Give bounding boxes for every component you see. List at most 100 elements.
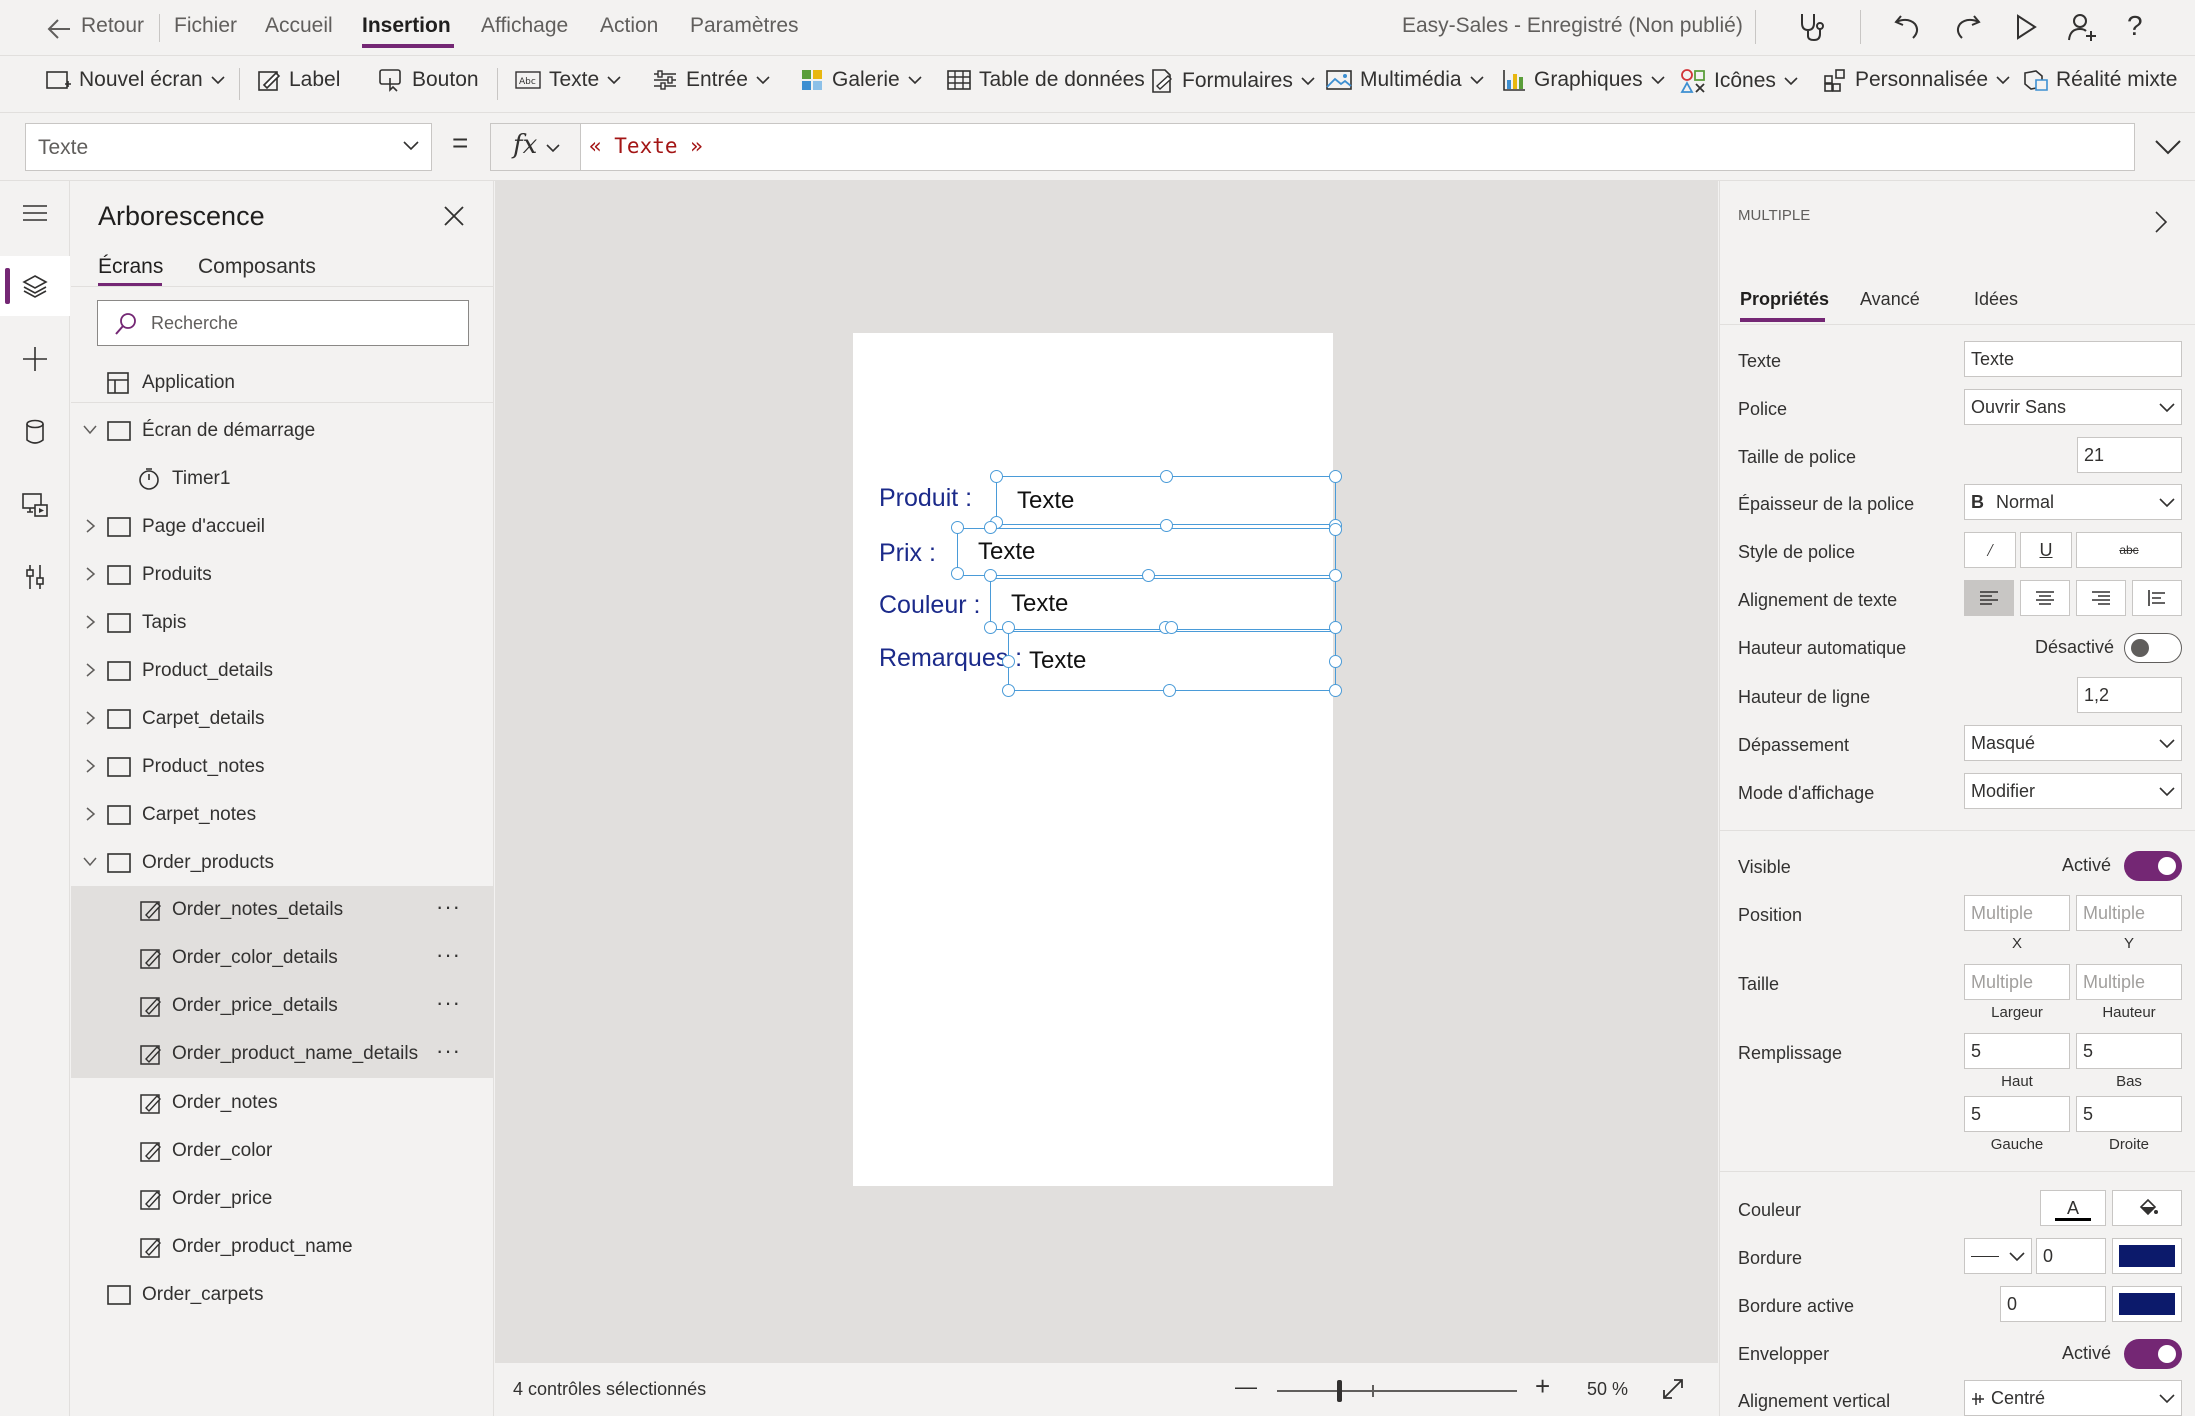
button-button[interactable]: Bouton bbox=[378, 68, 479, 92]
text-prop-input[interactable]: Texte bbox=[1964, 341, 2182, 377]
label-button[interactable]: Label bbox=[257, 68, 340, 92]
data-cylinder-icon[interactable] bbox=[0, 402, 70, 462]
tree-item-order-notes[interactable]: Order_notes bbox=[71, 1079, 494, 1127]
chevron-down-icon[interactable] bbox=[83, 857, 97, 867]
insert-plus-icon[interactable] bbox=[0, 329, 70, 389]
expand-formula-chevron-icon[interactable] bbox=[2155, 139, 2181, 155]
resize-handle[interactable] bbox=[1002, 655, 1015, 668]
label-produit[interactable]: Produit : bbox=[879, 484, 972, 513]
display-mode-dropdown[interactable]: Modifier bbox=[1964, 773, 2182, 809]
fx-button[interactable]: fx bbox=[490, 123, 580, 171]
add-user-icon[interactable] bbox=[2067, 12, 2099, 47]
resize-handle[interactable] bbox=[951, 567, 964, 580]
search-input[interactable]: Recherche bbox=[97, 300, 469, 346]
icons-button[interactable]: Icônes bbox=[1680, 68, 1798, 94]
tree-item-timer[interactable]: Timer1 bbox=[71, 455, 494, 503]
gallery-button[interactable]: Galerie bbox=[800, 68, 922, 92]
vertical-align-dropdown[interactable]: Centré bbox=[1964, 1380, 2182, 1416]
width-input[interactable]: Multiple bbox=[1964, 964, 2070, 1000]
tree-item-order-price-details[interactable]: Order_price_details ··· bbox=[71, 982, 494, 1030]
align-left-button[interactable] bbox=[1964, 580, 2014, 616]
text-button[interactable]: Abc Texte bbox=[515, 68, 621, 92]
resize-handle[interactable] bbox=[984, 569, 997, 582]
forms-button[interactable]: Formulaires bbox=[1150, 68, 1315, 94]
input-notes[interactable]: Texte bbox=[1008, 631, 1336, 691]
formula-input[interactable]: « Texte » bbox=[580, 123, 2135, 171]
padding-right-input[interactable]: 5 bbox=[2076, 1096, 2182, 1132]
resize-handle[interactable] bbox=[1329, 655, 1342, 668]
text-color-button[interactable]: A bbox=[2040, 1190, 2106, 1226]
close-icon[interactable] bbox=[444, 206, 464, 226]
padding-left-input[interactable]: 5 bbox=[1964, 1096, 2070, 1132]
tree-item-order-color-details[interactable]: Order_color_details ··· bbox=[71, 934, 494, 982]
resize-handle[interactable] bbox=[1329, 523, 1342, 536]
menu-affichage[interactable]: Affichage bbox=[481, 14, 568, 38]
border-style-dropdown[interactable] bbox=[1964, 1238, 2032, 1274]
align-right-button[interactable] bbox=[2076, 580, 2126, 616]
position-x-input[interactable]: Multiple bbox=[1964, 895, 2070, 931]
tree-item-home-page[interactable]: Page d'accueil bbox=[71, 503, 494, 551]
tree-item-order-color[interactable]: Order_color bbox=[71, 1127, 494, 1175]
undo-icon[interactable] bbox=[1893, 12, 1923, 47]
underline-button[interactable]: U bbox=[2020, 532, 2072, 568]
tree-item-tapis[interactable]: Tapis bbox=[71, 599, 494, 647]
chevron-right-icon[interactable] bbox=[86, 759, 96, 773]
resize-handle[interactable] bbox=[1329, 470, 1342, 483]
zoom-slider[interactable] bbox=[1277, 1390, 1517, 1392]
line-height-input[interactable]: 1,2 bbox=[2077, 677, 2182, 713]
tree-item-order-carpets[interactable]: Order_carpets bbox=[71, 1271, 494, 1319]
chevron-right-icon[interactable] bbox=[86, 567, 96, 581]
visible-toggle[interactable] bbox=[2124, 851, 2182, 881]
property-dropdown[interactable]: Texte bbox=[25, 123, 432, 171]
padding-bottom-input[interactable]: 5 bbox=[2076, 1033, 2182, 1069]
fill-color-button[interactable] bbox=[2112, 1190, 2182, 1226]
font-dropdown[interactable]: Ouvrir Sans bbox=[1964, 389, 2182, 425]
resize-handle[interactable] bbox=[990, 470, 1003, 483]
resize-handle[interactable] bbox=[984, 521, 997, 534]
new-screen-button[interactable]: Nouvel écran bbox=[45, 68, 225, 92]
position-y-input[interactable]: Multiple bbox=[2076, 895, 2182, 931]
chevron-right-icon[interactable] bbox=[2155, 211, 2167, 233]
resize-handle[interactable] bbox=[1329, 569, 1342, 582]
focus-border-input[interactable]: 0 bbox=[2000, 1286, 2106, 1322]
italic-button[interactable]: / bbox=[1964, 532, 2016, 568]
border-color-button[interactable] bbox=[2112, 1238, 2182, 1274]
zoom-in-button[interactable]: + bbox=[1535, 1371, 1550, 1402]
tree-item-application[interactable]: Application bbox=[71, 359, 494, 407]
zoom-slider-thumb[interactable] bbox=[1337, 1380, 1342, 1402]
resize-handle[interactable] bbox=[1160, 470, 1173, 483]
tree-item-order-price[interactable]: Order_price bbox=[71, 1175, 494, 1223]
back-button[interactable]: Retour bbox=[81, 14, 144, 38]
tree-item-produits[interactable]: Produits bbox=[71, 551, 494, 599]
border-thickness-input[interactable]: 0 bbox=[2036, 1238, 2106, 1274]
tree-item-order-products[interactable]: Order_products bbox=[71, 839, 494, 887]
redo-icon[interactable] bbox=[1952, 12, 1982, 47]
align-center-button[interactable] bbox=[2020, 580, 2070, 616]
advanced-tools-icon[interactable] bbox=[0, 547, 70, 607]
input-product-name[interactable]: Texte bbox=[996, 476, 1336, 525]
app-screen-preview[interactable]: Produit : Prix : Couleur : Remarques : T… bbox=[853, 333, 1342, 1186]
stethoscope-icon[interactable] bbox=[1797, 11, 1827, 48]
padding-top-input[interactable]: 5 bbox=[1964, 1033, 2070, 1069]
strikethrough-button[interactable]: abc bbox=[2076, 532, 2182, 568]
menu-accueil[interactable]: Accueil bbox=[265, 14, 333, 38]
resize-handle[interactable] bbox=[1160, 519, 1173, 532]
media-button[interactable]: Multimédia bbox=[1326, 68, 1484, 92]
tree-item-carpet-notes[interactable]: Carpet_notes bbox=[71, 791, 494, 839]
overflow-dropdown[interactable]: Masqué bbox=[1964, 725, 2182, 761]
more-options-icon[interactable]: ··· bbox=[436, 1038, 461, 1064]
tree-item-carpet-details[interactable]: Carpet_details bbox=[71, 695, 494, 743]
resize-handle[interactable] bbox=[1002, 684, 1015, 697]
height-input[interactable]: Multiple bbox=[2076, 964, 2182, 1000]
align-justify-button[interactable] bbox=[2132, 580, 2182, 616]
tree-item-order-product-name-details[interactable]: Order_product_name_details ··· bbox=[71, 1030, 494, 1078]
font-weight-dropdown[interactable]: B Normal bbox=[1964, 484, 2182, 520]
tab-ecrans[interactable]: Écrans bbox=[98, 255, 163, 279]
chevron-right-icon[interactable] bbox=[86, 663, 96, 677]
tree-item-product-details[interactable]: Product_details bbox=[71, 647, 494, 695]
more-options-icon[interactable]: ··· bbox=[436, 990, 461, 1016]
chevron-right-icon[interactable] bbox=[86, 807, 96, 821]
label-remarques[interactable]: Remarques : bbox=[879, 644, 1022, 673]
help-icon[interactable]: ? bbox=[2127, 10, 2143, 42]
resize-handle[interactable] bbox=[984, 621, 997, 634]
